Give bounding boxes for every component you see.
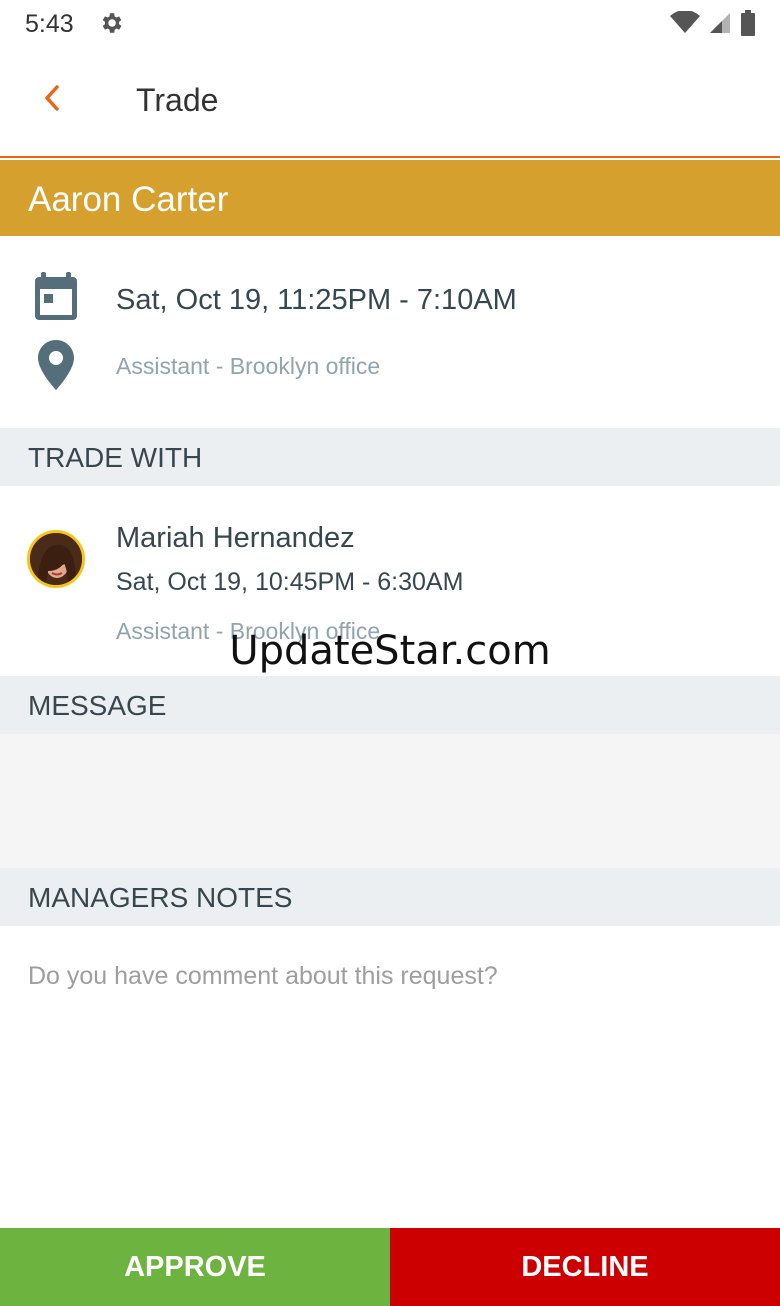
- requester-shift-time: Sat, Oct 19, 11:25PM - 7:10AM: [116, 284, 517, 316]
- message-header: MESSAGE: [0, 676, 780, 734]
- requester-banner: Aaron Carter: [0, 160, 780, 236]
- action-bar: APPROVE DECLINE: [0, 1228, 780, 1306]
- trade-with-header: TRADE WITH: [0, 428, 780, 486]
- cell-signal-icon: [710, 13, 730, 33]
- managers-notes-input[interactable]: [28, 956, 748, 996]
- status-time: 5:43: [25, 10, 74, 38]
- avatar-image: [30, 533, 82, 585]
- trade-with-shift-time: Sat, Oct 19, 10:45PM - 6:30AM: [116, 568, 464, 596]
- wifi-icon: [670, 11, 700, 33]
- message-body: [0, 734, 780, 868]
- managers-notes-area: [0, 926, 780, 1226]
- watermark: UpdateStar.com: [229, 628, 551, 674]
- status-indicators: [670, 10, 756, 36]
- managers-notes-header: MANAGERS NOTES: [0, 868, 780, 926]
- approve-button[interactable]: APPROVE: [0, 1228, 390, 1306]
- status-bar: 5:43: [0, 0, 780, 46]
- settings-gear-icon: [102, 13, 122, 33]
- managers-notes-title: MANAGERS NOTES: [28, 882, 293, 913]
- trade-with-name: Mariah Hernandez: [116, 522, 355, 554]
- trade-with-title: TRADE WITH: [28, 442, 203, 473]
- calendar-icon: [35, 272, 77, 320]
- chevron-left-icon: [45, 85, 59, 111]
- back-button[interactable]: [30, 76, 74, 120]
- avatar: [27, 530, 85, 588]
- location-pin-icon: [38, 340, 74, 390]
- requester-name: Aaron Carter: [28, 180, 229, 219]
- page-title: Trade: [136, 82, 219, 118]
- message-title: MESSAGE: [28, 690, 167, 721]
- app-bar: Trade: [0, 46, 780, 158]
- requester-location: Assistant - Brooklyn office: [116, 353, 381, 379]
- battery-icon: [741, 10, 755, 36]
- requester-shift: Sat, Oct 19, 11:25PM - 7:10AM Assistant …: [0, 236, 780, 428]
- decline-button[interactable]: DECLINE: [390, 1228, 780, 1306]
